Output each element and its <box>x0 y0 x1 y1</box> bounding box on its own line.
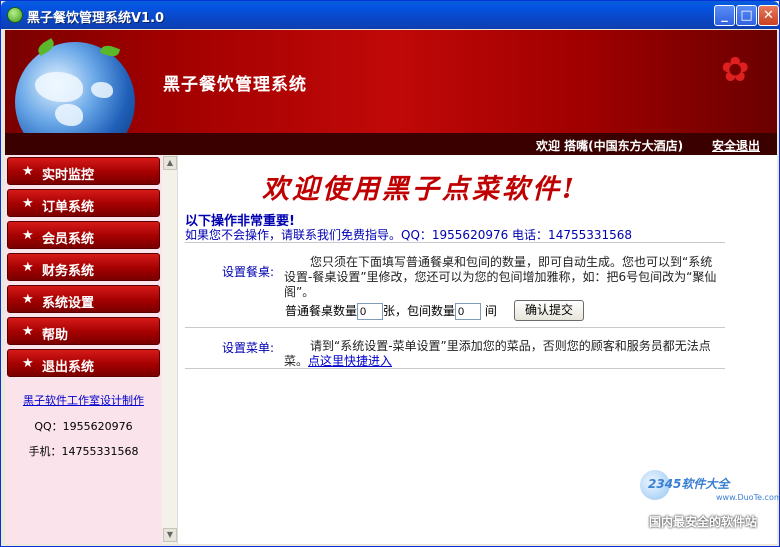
watermark-brand: 2345软件大全 <box>648 477 730 491</box>
sidebar-item-label: 实时监控 <box>42 168 95 183</box>
sidebar-item-finance[interactable]: ★ 财务系统 <box>7 253 160 281</box>
app-window: 黑子餐饮管理系统V1.0 _ □ ✕ 黑子餐饮管理系统 ✿ 欢迎 搭嘴(中国东方… <box>0 0 780 547</box>
menu-section-text: 请到“系统设置-菜单设置”里添加您的菜品，否则您的顾客和服务员都无法点菜。点这里… <box>284 339 720 369</box>
sidebar-item-settings[interactable]: ★ 系统设置 <box>7 285 160 313</box>
phone-contact: 手机：14755331568 <box>28 445 139 458</box>
table-count-row: 普通餐桌数量 张，包间数量 间 <box>285 302 497 320</box>
user-bar: 欢迎 搭嘴(中国东方大酒店) 安全退出 <box>5 133 777 155</box>
sidebar-item-exit[interactable]: ★ 退出系统 <box>7 349 160 377</box>
star-icon: ★ <box>22 356 34 371</box>
star-icon: ★ <box>22 292 34 307</box>
normal-table-count-input[interactable] <box>357 303 384 320</box>
sidebar-item-label: 会员系统 <box>42 232 95 247</box>
sidebar: ★ 实时监控 ★ 订单系统 ★ 会员系统 ★ 财务系统 ★ 系统设置 ★ 帮助 … <box>5 155 162 544</box>
contact-info: 如果您不会操作，请联系我们免费指导。QQ：1955620976 电话：14755… <box>185 228 633 242</box>
sidebar-item-label: 订单系统 <box>42 200 95 215</box>
close-button[interactable]: ✕ <box>758 5 779 26</box>
sidebar-item-members[interactable]: ★ 会员系统 <box>7 221 160 249</box>
normal-table-unit: 张，包间数量 <box>383 304 456 318</box>
watermark-url: www.DuoTe.com <box>716 493 780 502</box>
scroll-down-icon[interactable]: ▼ <box>163 528 177 542</box>
divider <box>185 242 725 243</box>
watermark-slogan: 国内最安全的软件站 <box>649 515 758 529</box>
app-icon <box>7 7 23 23</box>
star-icon: ★ <box>22 260 34 275</box>
sidebar-item-realtime-monitor[interactable]: ★ 实时监控 <box>7 157 160 185</box>
flower-decoration-icon: ✿ <box>721 50 750 90</box>
maximize-button[interactable]: □ <box>736 5 757 26</box>
sidebar-item-label: 财务系统 <box>42 264 95 279</box>
normal-table-label: 普通餐桌数量 <box>285 304 358 318</box>
sidebar-item-label: 帮助 <box>42 328 69 343</box>
minimize-button[interactable]: _ <box>714 5 735 26</box>
window-title: 黑子餐饮管理系统V1.0 <box>27 11 165 26</box>
room-unit: 间 <box>484 304 497 318</box>
page-title: 欢迎使用黑子点菜软件! <box>262 174 577 205</box>
table-section-label: 设置餐桌: <box>222 265 275 279</box>
sidebar-item-help[interactable]: ★ 帮助 <box>7 317 160 345</box>
title-bar[interactable]: 黑子餐饮管理系统V1.0 _ □ ✕ <box>1 1 779 29</box>
qq-contact: QQ：1955620976 <box>34 420 133 433</box>
star-icon: ★ <box>22 196 34 211</box>
main-content: ▲ ▼ 欢迎使用黑子点菜软件! 以下操作非常重要! 如果您不会操作，请联系我们免… <box>162 155 780 544</box>
brand-title: 黑子餐饮管理系统 <box>163 75 307 95</box>
sidebar-item-label: 系统设置 <box>42 296 95 311</box>
divider <box>185 327 725 328</box>
logout-link[interactable]: 安全退出 <box>712 137 760 154</box>
sidebar-item-orders[interactable]: ★ 订单系统 <box>7 189 160 217</box>
star-icon: ★ <box>22 228 34 243</box>
studio-credit-link[interactable]: 黑子软件工作室设计制作 <box>5 392 162 408</box>
scroll-up-icon[interactable]: ▲ <box>163 156 177 170</box>
room-count-input[interactable] <box>455 303 482 320</box>
menu-section-label: 设置菜单: <box>222 341 275 355</box>
menu-quick-entry-link[interactable]: 点这里快捷进入 <box>308 354 392 368</box>
table-section-text: 您只须在下面填写普通餐桌和包间的数量，即可自动生成。您也可以到“系统设置-餐桌设… <box>284 255 717 299</box>
sidebar-item-label: 退出系统 <box>42 360 95 375</box>
star-icon: ★ <box>22 324 34 339</box>
divider <box>185 368 725 369</box>
submit-button[interactable]: 确认提交 <box>514 300 584 321</box>
welcome-text: 欢迎 搭嘴(中国东方大酒店) <box>536 139 684 153</box>
star-icon: ★ <box>22 164 34 179</box>
vertical-scrollbar[interactable]: ▲ ▼ <box>162 155 178 544</box>
globe-logo-icon <box>15 42 135 133</box>
header-banner: 黑子餐饮管理系统 ✿ <box>5 30 777 133</box>
